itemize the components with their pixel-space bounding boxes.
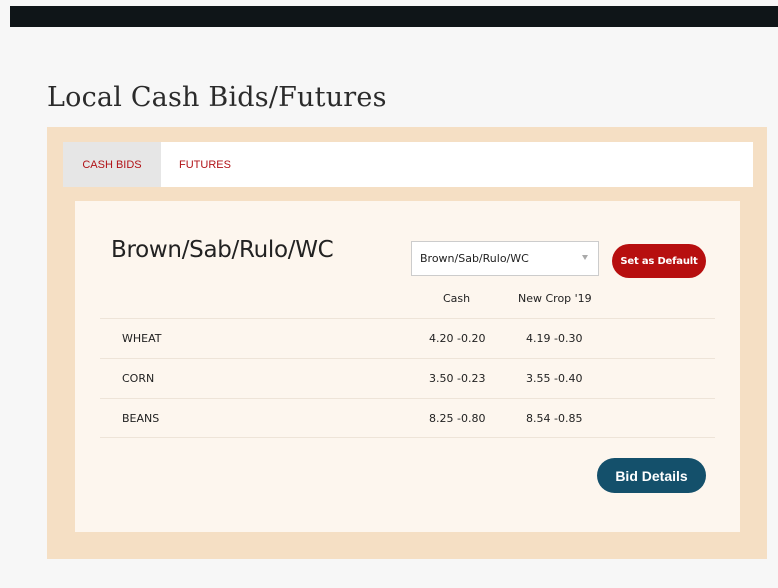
- new-crop-price: 3.55 -0.40: [526, 372, 583, 385]
- cash-price: 8.25 -0.80: [429, 412, 486, 425]
- table-row: WHEAT 4.20 -0.20 4.19 -0.30: [100, 318, 715, 358]
- tab-cash-bids[interactable]: CASH BIDS: [63, 142, 161, 187]
- commodity-name: CORN: [122, 372, 155, 385]
- cash-price: 4.20 -0.20: [429, 332, 486, 345]
- set-default-button[interactable]: Set as Default: [612, 244, 706, 278]
- top-bar: [10, 6, 778, 27]
- location-select-value: Brown/Sab/Rulo/WC: [420, 252, 529, 265]
- bids-card: Brown/Sab/Rulo/WC Brown/Sab/Rulo/WC Set …: [75, 201, 740, 532]
- location-title: Brown/Sab/Rulo/WC: [111, 237, 334, 263]
- column-header-cash: Cash: [443, 292, 471, 305]
- bid-details-button[interactable]: Bid Details: [597, 458, 706, 493]
- cash-bids-widget: CASH BIDS FUTURES Brown/Sab/Rulo/WC Brow…: [47, 127, 767, 559]
- table-row: BEANS 8.25 -0.80 8.54 -0.85: [100, 398, 715, 438]
- cash-price: 3.50 -0.23: [429, 372, 486, 385]
- new-crop-price: 8.54 -0.85: [526, 412, 583, 425]
- new-crop-price: 4.19 -0.30: [526, 332, 583, 345]
- tab-bar: CASH BIDS FUTURES: [63, 142, 753, 187]
- column-header-new-crop: New Crop '19: [518, 292, 592, 305]
- commodity-name: BEANS: [122, 412, 160, 425]
- commodity-name: WHEAT: [122, 332, 162, 345]
- tab-futures[interactable]: FUTURES: [161, 142, 249, 187]
- bids-table: WHEAT 4.20 -0.20 4.19 -0.30 CORN 3.50 -0…: [100, 318, 715, 438]
- table-row: CORN 3.50 -0.23 3.55 -0.40: [100, 358, 715, 398]
- location-select[interactable]: Brown/Sab/Rulo/WC: [411, 241, 599, 276]
- page-title: Local Cash Bids/Futures: [47, 82, 387, 113]
- chevron-down-icon: [582, 255, 588, 260]
